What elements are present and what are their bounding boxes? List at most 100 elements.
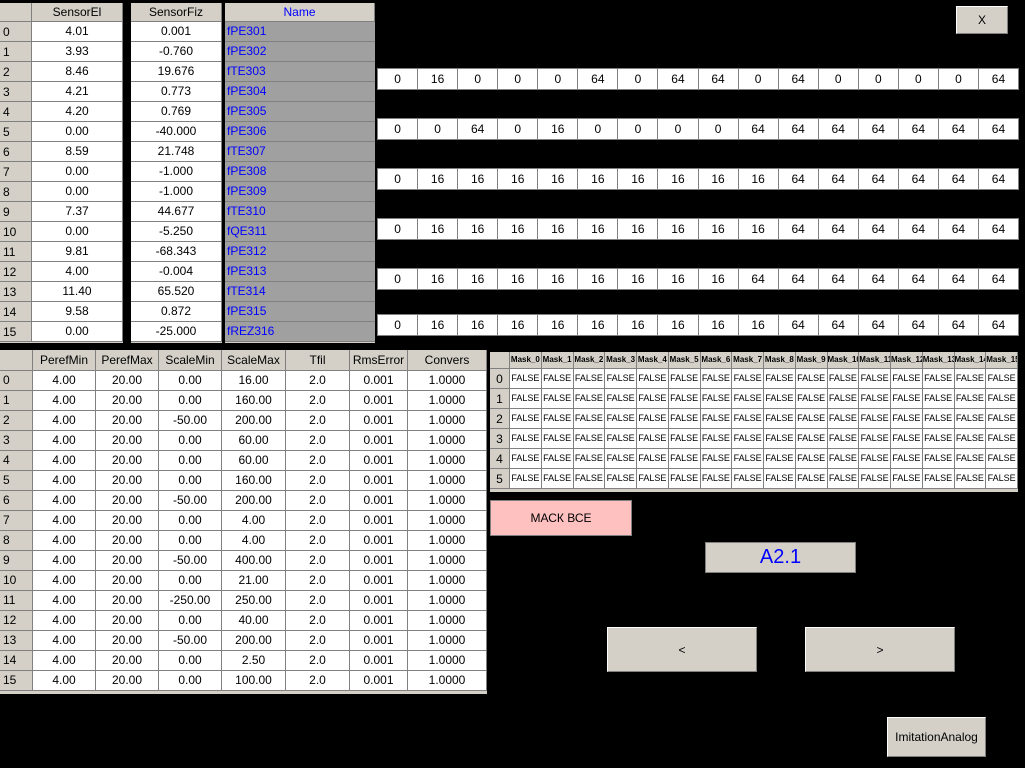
sensor-row[interactable]: -25.000 <box>131 322 222 342</box>
strip-value[interactable]: 64 <box>819 219 859 239</box>
mask-value[interactable]: FALSE <box>637 409 669 429</box>
strip-value[interactable]: 0 <box>819 69 859 89</box>
strip-value[interactable]: 0 <box>378 269 419 289</box>
strip-value[interactable]: 64 <box>859 169 899 189</box>
param-value[interactable]: 2.0 <box>286 571 350 591</box>
param-value[interactable]: 0.00 <box>159 651 222 671</box>
strip-value[interactable]: 64 <box>739 119 779 139</box>
param-value[interactable]: 20.00 <box>96 391 159 411</box>
param-value[interactable]: 1.0000 <box>408 491 487 511</box>
params-row[interactable]: 9 4.00 20.00 -50.00 400.00 2.0 0.001 1.0000 <box>0 551 487 571</box>
strip-value[interactable]: 16 <box>739 315 779 335</box>
strip-value[interactable]: 0 <box>458 69 499 89</box>
param-value[interactable]: 0.001 <box>350 551 408 571</box>
mask-value[interactable]: FALSE <box>510 469 542 489</box>
mask-value[interactable]: FALSE <box>668 409 701 429</box>
sensor-row[interactable]: fTE310 <box>225 202 375 222</box>
param-value[interactable]: 0.001 <box>350 571 408 591</box>
mask-value[interactable]: FALSE <box>795 429 828 449</box>
param-value[interactable]: 400.00 <box>222 551 286 571</box>
param-value[interactable]: 4.00 <box>222 531 286 551</box>
param-value[interactable]: 20.00 <box>96 471 159 491</box>
strip-value[interactable]: 64 <box>939 269 979 289</box>
param-value[interactable]: 4.00 <box>33 411 96 431</box>
col-header-mask[interactable]: Mask_0 <box>510 352 542 369</box>
param-value[interactable]: 1.0000 <box>408 571 487 591</box>
mask-value[interactable]: FALSE <box>827 409 860 429</box>
mask-value[interactable]: FALSE <box>795 469 828 489</box>
mask-value[interactable]: FALSE <box>637 429 669 449</box>
param-value[interactable]: 20.00 <box>96 511 159 531</box>
param-value[interactable]: 21.00 <box>222 571 286 591</box>
mask-value[interactable]: FALSE <box>668 469 701 489</box>
strip-value[interactable]: 16 <box>418 169 459 189</box>
mask-value[interactable]: FALSE <box>700 389 733 409</box>
mask-value[interactable]: FALSE <box>954 389 987 409</box>
param-value[interactable]: -50.00 <box>159 411 222 431</box>
param-value[interactable]: 1.0000 <box>408 451 487 471</box>
sensor-row[interactable]: 12 4.00 <box>0 262 123 282</box>
sensor-name-value[interactable]: fPE306 <box>225 122 375 142</box>
strip-value[interactable]: 16 <box>658 315 699 335</box>
param-value[interactable]: 2.50 <box>222 651 286 671</box>
params-row[interactable]: 10 4.00 20.00 0.00 21.00 2.0 0.001 1.0000 <box>0 571 487 591</box>
param-value[interactable]: 4.00 <box>33 391 96 411</box>
mask-value[interactable]: FALSE <box>827 429 860 449</box>
mask-value[interactable]: FALSE <box>859 389 891 409</box>
col-header-mask[interactable]: Mask_14 <box>954 352 987 369</box>
param-value[interactable]: 0.00 <box>159 571 222 591</box>
col-header-convers[interactable]: Convers <box>408 350 487 371</box>
strip-value[interactable]: 64 <box>819 119 859 139</box>
params-row[interactable]: 13 4.00 20.00 -50.00 200.00 2.0 0.001 1.0000 <box>0 631 487 651</box>
col-header-mask[interactable]: Mask_1 <box>541 352 574 369</box>
params-row[interactable]: 7 4.00 20.00 0.00 4.00 2.0 0.001 1.0000 <box>0 511 487 531</box>
param-value[interactable]: 1.0000 <box>408 631 487 651</box>
param-value[interactable]: 4.00 <box>33 571 96 591</box>
mask-value[interactable]: FALSE <box>827 369 860 389</box>
params-row[interactable]: 0 4.00 20.00 0.00 16.00 2.0 0.001 1.0000 <box>0 371 487 391</box>
sensor-row[interactable]: 5 0.00 <box>0 122 123 142</box>
param-value[interactable]: 1.0000 <box>408 411 487 431</box>
strip-value[interactable]: 0 <box>739 69 779 89</box>
sensor-el-value[interactable]: 4.20 <box>32 102 123 122</box>
params-row[interactable]: 2 4.00 20.00 -50.00 200.00 2.0 0.001 1.0000 <box>0 411 487 431</box>
mask-value[interactable]: FALSE <box>859 449 891 469</box>
param-value[interactable]: 4.00 <box>33 611 96 631</box>
mask-value[interactable]: FALSE <box>891 369 923 389</box>
mask-value[interactable]: FALSE <box>922 409 955 429</box>
mask-value[interactable]: FALSE <box>510 449 542 469</box>
mask-value[interactable]: FALSE <box>795 389 828 409</box>
sensor-row[interactable]: fREZ316 <box>225 322 375 342</box>
param-value[interactable]: 0.001 <box>350 511 408 531</box>
mask-value[interactable]: FALSE <box>637 369 669 389</box>
sensor-name-value[interactable]: fPE304 <box>225 82 375 102</box>
mask-value[interactable]: FALSE <box>891 389 923 409</box>
mask-row[interactable]: 3 FALSE FALSE FALSE FALSE FALSE FALSE FALSE FALS… <box>490 429 1018 449</box>
mask-value[interactable]: FALSE <box>573 469 606 489</box>
sensor-name-value[interactable]: fPE301 <box>225 22 375 42</box>
sensor-row[interactable]: 4 4.20 <box>0 102 123 122</box>
mask-value[interactable]: FALSE <box>700 409 733 429</box>
param-value[interactable]: -50.00 <box>159 491 222 511</box>
mask-value[interactable]: FALSE <box>764 369 796 389</box>
strip-value[interactable]: 64 <box>819 169 859 189</box>
param-value[interactable]: 4.00 <box>33 471 96 491</box>
sensor-fiz-value[interactable]: -25.000 <box>131 322 222 342</box>
mask-value[interactable]: FALSE <box>637 389 669 409</box>
sensor-fiz-value[interactable]: 19.676 <box>131 62 222 82</box>
mask-value[interactable]: FALSE <box>637 449 669 469</box>
strip-value[interactable]: 16 <box>538 169 579 189</box>
strip-value[interactable]: 16 <box>458 219 499 239</box>
strip-value[interactable]: 64 <box>939 169 979 189</box>
strip-value[interactable]: 16 <box>498 315 539 335</box>
param-value[interactable]: 200.00 <box>222 491 286 511</box>
param-value[interactable]: 4.00 <box>33 551 96 571</box>
strip-value[interactable]: 0 <box>378 169 419 189</box>
param-value[interactable]: 0.00 <box>159 471 222 491</box>
param-value[interactable]: 4.00 <box>33 651 96 671</box>
param-value[interactable]: 200.00 <box>222 411 286 431</box>
strip-value[interactable]: 64 <box>979 69 1018 89</box>
mask-value[interactable]: FALSE <box>541 369 574 389</box>
mask-value[interactable]: FALSE <box>605 469 637 489</box>
sensor-fiz-value[interactable]: 0.872 <box>131 302 222 322</box>
